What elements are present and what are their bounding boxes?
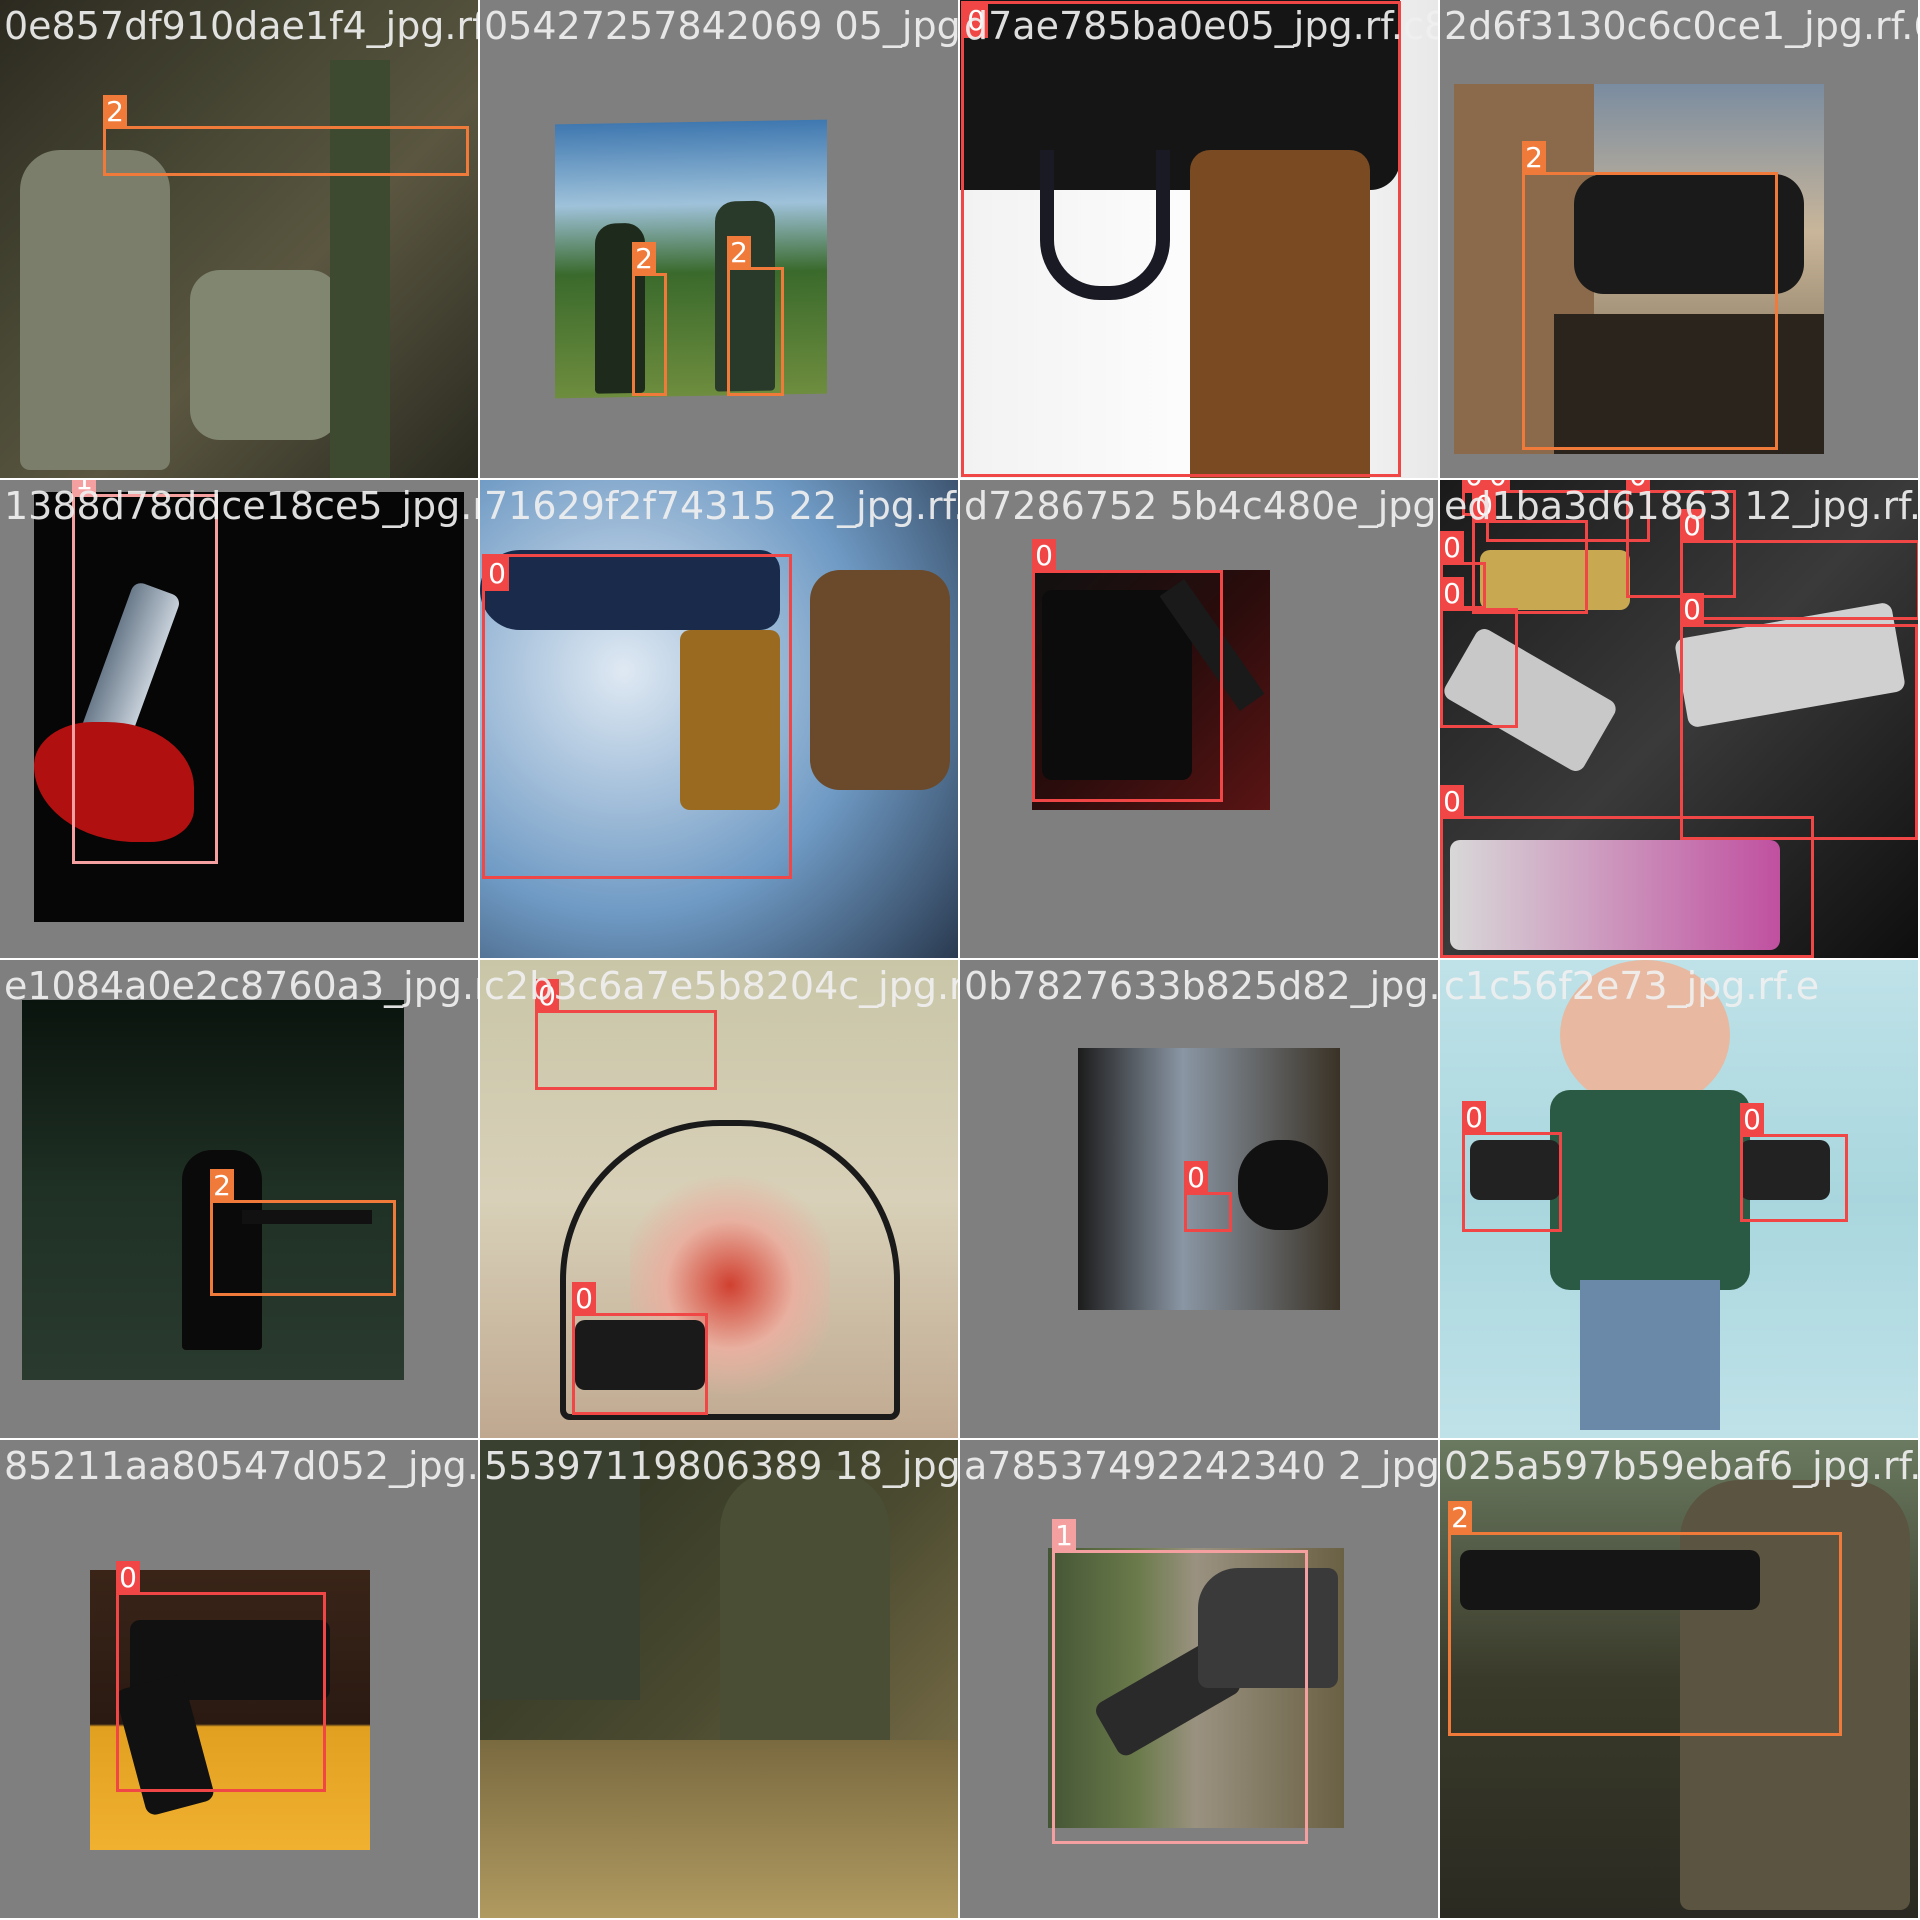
mosaic-grid: 0e857df910dae1f4_jpg.rf.3af05a2725784206…: [0, 0, 1920, 1920]
tile-8: ed1ba3d61863 12_jpg.rf.67 0 0 0 0 0 0 0 …: [1440, 480, 1918, 958]
class-label: 2: [1522, 141, 1546, 175]
tile-filename: d7286752 5b4c480e_jpg.rf.7a: [964, 484, 1438, 528]
detection-box: 0: [1472, 489, 1588, 614]
tile-filename: c2b3c6a7e5b8204c_jpg.rf.e3: [484, 964, 958, 1008]
tile-5: 1388d78ddce18ce5_jpg.rf.c 1: [0, 480, 478, 958]
detection-box: 2: [210, 1169, 396, 1296]
tile-filename: 85211aa80547d052_jpg.rf.e: [4, 1444, 478, 1488]
tile-photo: [555, 119, 827, 399]
class-label: 0: [116, 1561, 140, 1595]
detection-box: 1: [72, 480, 218, 864]
class-label: 2: [727, 236, 751, 270]
detection-box: 0: [1440, 785, 1814, 958]
detection-box: 0: [572, 1282, 708, 1415]
class-label: 0: [572, 1282, 596, 1316]
detection-box: 0: [1462, 1101, 1562, 1232]
tile-filename: 025a597b59ebaf6_jpg.rf.4d: [1444, 1444, 1918, 1488]
detection-box: 2: [1522, 141, 1778, 450]
tile-16: 025a597b59ebaf6_jpg.rf.4d 2: [1440, 1440, 1918, 1918]
tile-7: d7286752 5b4c480e_jpg.rf.7a 0: [960, 480, 1438, 958]
tile-filename: 55397119806389 18_jpg.rf.f4: [484, 1444, 958, 1488]
tile-15: a78537492242340 2_jpg.rf.f5 1: [960, 1440, 1438, 1918]
tile-filename: 1388d78ddce18ce5_jpg.rf.c: [4, 484, 478, 528]
class-label: 2: [210, 1169, 234, 1203]
detection-box: 0: [116, 1561, 326, 1792]
detection-box: 0: [1680, 509, 1918, 620]
tile-filename: 0b7827633b825d82_jpg.rf.e9: [964, 964, 1438, 1008]
tile-10: c2b3c6a7e5b8204c_jpg.rf.e3 0 0: [480, 960, 958, 1438]
class-label: 1: [1052, 1519, 1076, 1553]
tile-filename: d7ae785ba0e05_jpg.rf.c8: [964, 4, 1438, 48]
detection-box: 0: [1440, 577, 1518, 728]
detection-box: 0: [1680, 593, 1918, 840]
tile-13: 85211aa80547d052_jpg.rf.e 0: [0, 1440, 478, 1918]
class-label: 0: [1740, 1103, 1764, 1137]
tile-9: e1084a0e2c8760a3_jpg.rf.6c 2: [0, 960, 478, 1438]
tile-11: 0b7827633b825d82_jpg.rf.e9 0: [960, 960, 1438, 1438]
tile-filename: 0e857df910dae1f4_jpg.rf.3af05a2725784206…: [4, 4, 478, 48]
tile-3: d7ae785ba0e05_jpg.rf.c8 0: [960, 0, 1438, 478]
class-label: 0: [485, 557, 509, 591]
class-label: 2: [103, 95, 127, 129]
tile-14: 55397119806389 18_jpg.rf.f4: [480, 1440, 958, 1918]
detection-box: 2: [1448, 1501, 1842, 1736]
detection-box: 0: [1032, 539, 1223, 802]
detection-box: 2: [632, 242, 667, 396]
tile-filename: 2d6f3130c6c0ce1_jpg.rf.6ab: [1444, 4, 1918, 48]
detection-box: 0: [1740, 1103, 1848, 1222]
detection-box: 1: [1052, 1519, 1308, 1844]
detection-box: 0: [482, 554, 792, 879]
tile-2: 05427257842069 05_jpg.rf.de 2 2: [480, 0, 958, 478]
tile-12: c1c56f2e73_jpg.rf.e 0 0: [1440, 960, 1918, 1438]
detection-box: 2: [103, 95, 469, 176]
class-label: 2: [1448, 1501, 1472, 1535]
tile-1: 0e857df910dae1f4_jpg.rf.3af05a2725784206…: [0, 0, 478, 478]
detection-box: 0: [1184, 1161, 1232, 1232]
detection-box: 0: [535, 979, 717, 1090]
class-label: 0: [1440, 577, 1464, 611]
class-label: 0: [1440, 531, 1464, 565]
tile-filename: c1c56f2e73_jpg.rf.e: [1444, 964, 1820, 1008]
detection-box: 2: [727, 236, 784, 396]
class-label: 0: [1680, 593, 1704, 627]
tile-filename: 05427257842069 05_jpg.rf.de: [484, 4, 958, 48]
class-label: 0: [1462, 1101, 1486, 1135]
tile-filename: 71629f2f74315 22_jpg.rf.a0: [484, 484, 958, 528]
tile-photo: [1078, 1048, 1340, 1310]
class-label: 0: [1032, 539, 1056, 573]
tile-filename: ed1ba3d61863 12_jpg.rf.67: [1444, 484, 1918, 528]
tile-photo: [0, 0, 478, 478]
class-label: 2: [632, 242, 656, 276]
class-label: 0: [1184, 1161, 1208, 1195]
tile-photo: [480, 1440, 958, 1918]
tile-filename: e1084a0e2c8760a3_jpg.rf.6c: [4, 964, 478, 1008]
detection-box: 0: [961, 1, 1401, 477]
tile-6: 71629f2f74315 22_jpg.rf.a0 0: [480, 480, 958, 958]
tile-4: 2d6f3130c6c0ce1_jpg.rf.6ab 2: [1440, 0, 1918, 478]
tile-filename: a78537492242340 2_jpg.rf.f5: [964, 1444, 1438, 1488]
class-label: 0: [1440, 785, 1464, 819]
